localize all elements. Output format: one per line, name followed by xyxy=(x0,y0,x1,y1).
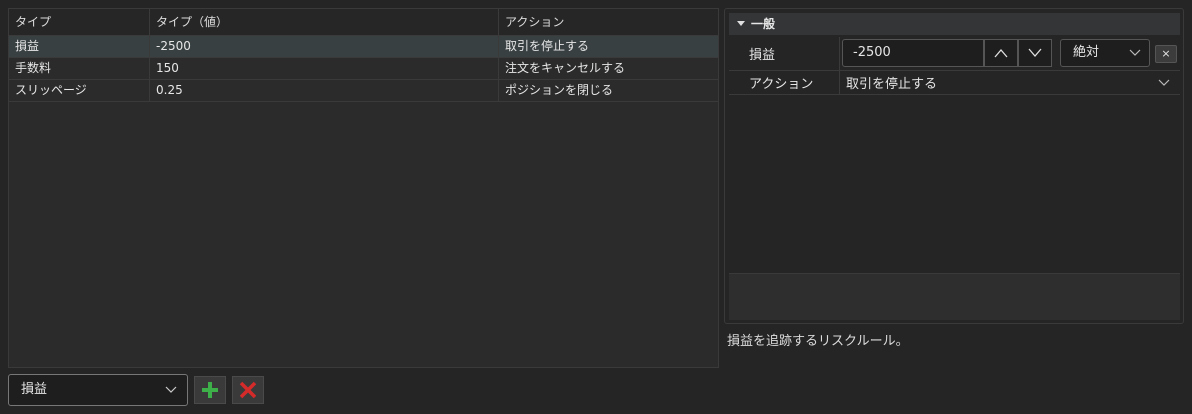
cell-value: -2500 xyxy=(149,36,498,57)
pnl-value-input[interactable]: -2500 xyxy=(842,39,984,67)
property-label-pnl: 損益 xyxy=(749,48,776,63)
table-row[interactable]: 手数料 150 注文をキャンセルする xyxy=(9,58,718,80)
add-rule-button[interactable] xyxy=(194,376,226,404)
rules-grid: タイプ タイプ（値） アクション 損益 -2500 取引を停止する 手数料 15… xyxy=(8,8,719,368)
chevron-down-icon xyxy=(1028,48,1042,57)
cell-type: スリッページ xyxy=(15,83,87,97)
chevron-up-icon xyxy=(994,49,1008,58)
property-label-action: アクション xyxy=(749,77,814,92)
cell-type: 手数料 xyxy=(15,61,52,75)
column-header-action[interactable]: アクション xyxy=(498,9,718,35)
mode-dropdown-value: 絶対 xyxy=(1073,45,1100,60)
clear-button[interactable]: × xyxy=(1155,45,1177,63)
property-panel: 一般 損益 -2500 絶対 × アクション 取引を停止する xyxy=(724,8,1184,324)
column-header-type[interactable]: タイプ xyxy=(9,9,149,35)
increment-button[interactable] xyxy=(984,39,1018,67)
table-row[interactable]: スリッページ 0.25 ポジションを閉じる xyxy=(9,80,718,102)
delete-rule-button[interactable] xyxy=(232,376,264,404)
cell-action: 取引を停止する xyxy=(498,36,718,57)
mode-dropdown[interactable]: 絶対 xyxy=(1060,39,1150,67)
column-header-value[interactable]: タイプ（値） xyxy=(149,9,498,35)
action-dropdown[interactable]: 取引を停止する xyxy=(839,71,1180,94)
cell-value: 0.25 xyxy=(149,80,498,101)
close-icon xyxy=(239,381,257,399)
cell-action: 注文をキャンセルする xyxy=(498,58,718,79)
category-header-general[interactable]: 一般 xyxy=(729,13,1180,35)
property-row-action: アクション 取引を停止する xyxy=(729,71,1180,95)
cell-value: 150 xyxy=(149,58,498,79)
chevron-down-icon xyxy=(165,375,177,405)
collapse-triangle-icon[interactable] xyxy=(737,21,745,26)
rule-description: 損益を追跡するリスクルール。 xyxy=(727,334,909,349)
chevron-down-icon xyxy=(1158,71,1170,94)
plus-icon xyxy=(202,382,218,398)
action-dropdown-value: 取引を停止する xyxy=(846,77,938,92)
decrement-button[interactable] xyxy=(1018,39,1052,67)
rule-type-dropdown[interactable]: 損益 xyxy=(8,374,188,406)
cell-action: ポジションを閉じる xyxy=(498,80,718,101)
property-row-pnl: 損益 -2500 絶対 × xyxy=(729,37,1180,71)
cell-type: 損益 xyxy=(15,39,40,53)
rule-type-dropdown-value: 損益 xyxy=(21,382,48,397)
property-value-pnl: -2500 絶対 × xyxy=(839,37,1180,70)
table-row[interactable]: 損益 -2500 取引を停止する xyxy=(9,36,718,58)
chevron-down-icon xyxy=(1129,40,1141,66)
property-description-area xyxy=(729,273,1180,320)
grid-header: タイプ タイプ（値） アクション xyxy=(9,9,718,36)
category-title: 一般 xyxy=(751,17,776,31)
